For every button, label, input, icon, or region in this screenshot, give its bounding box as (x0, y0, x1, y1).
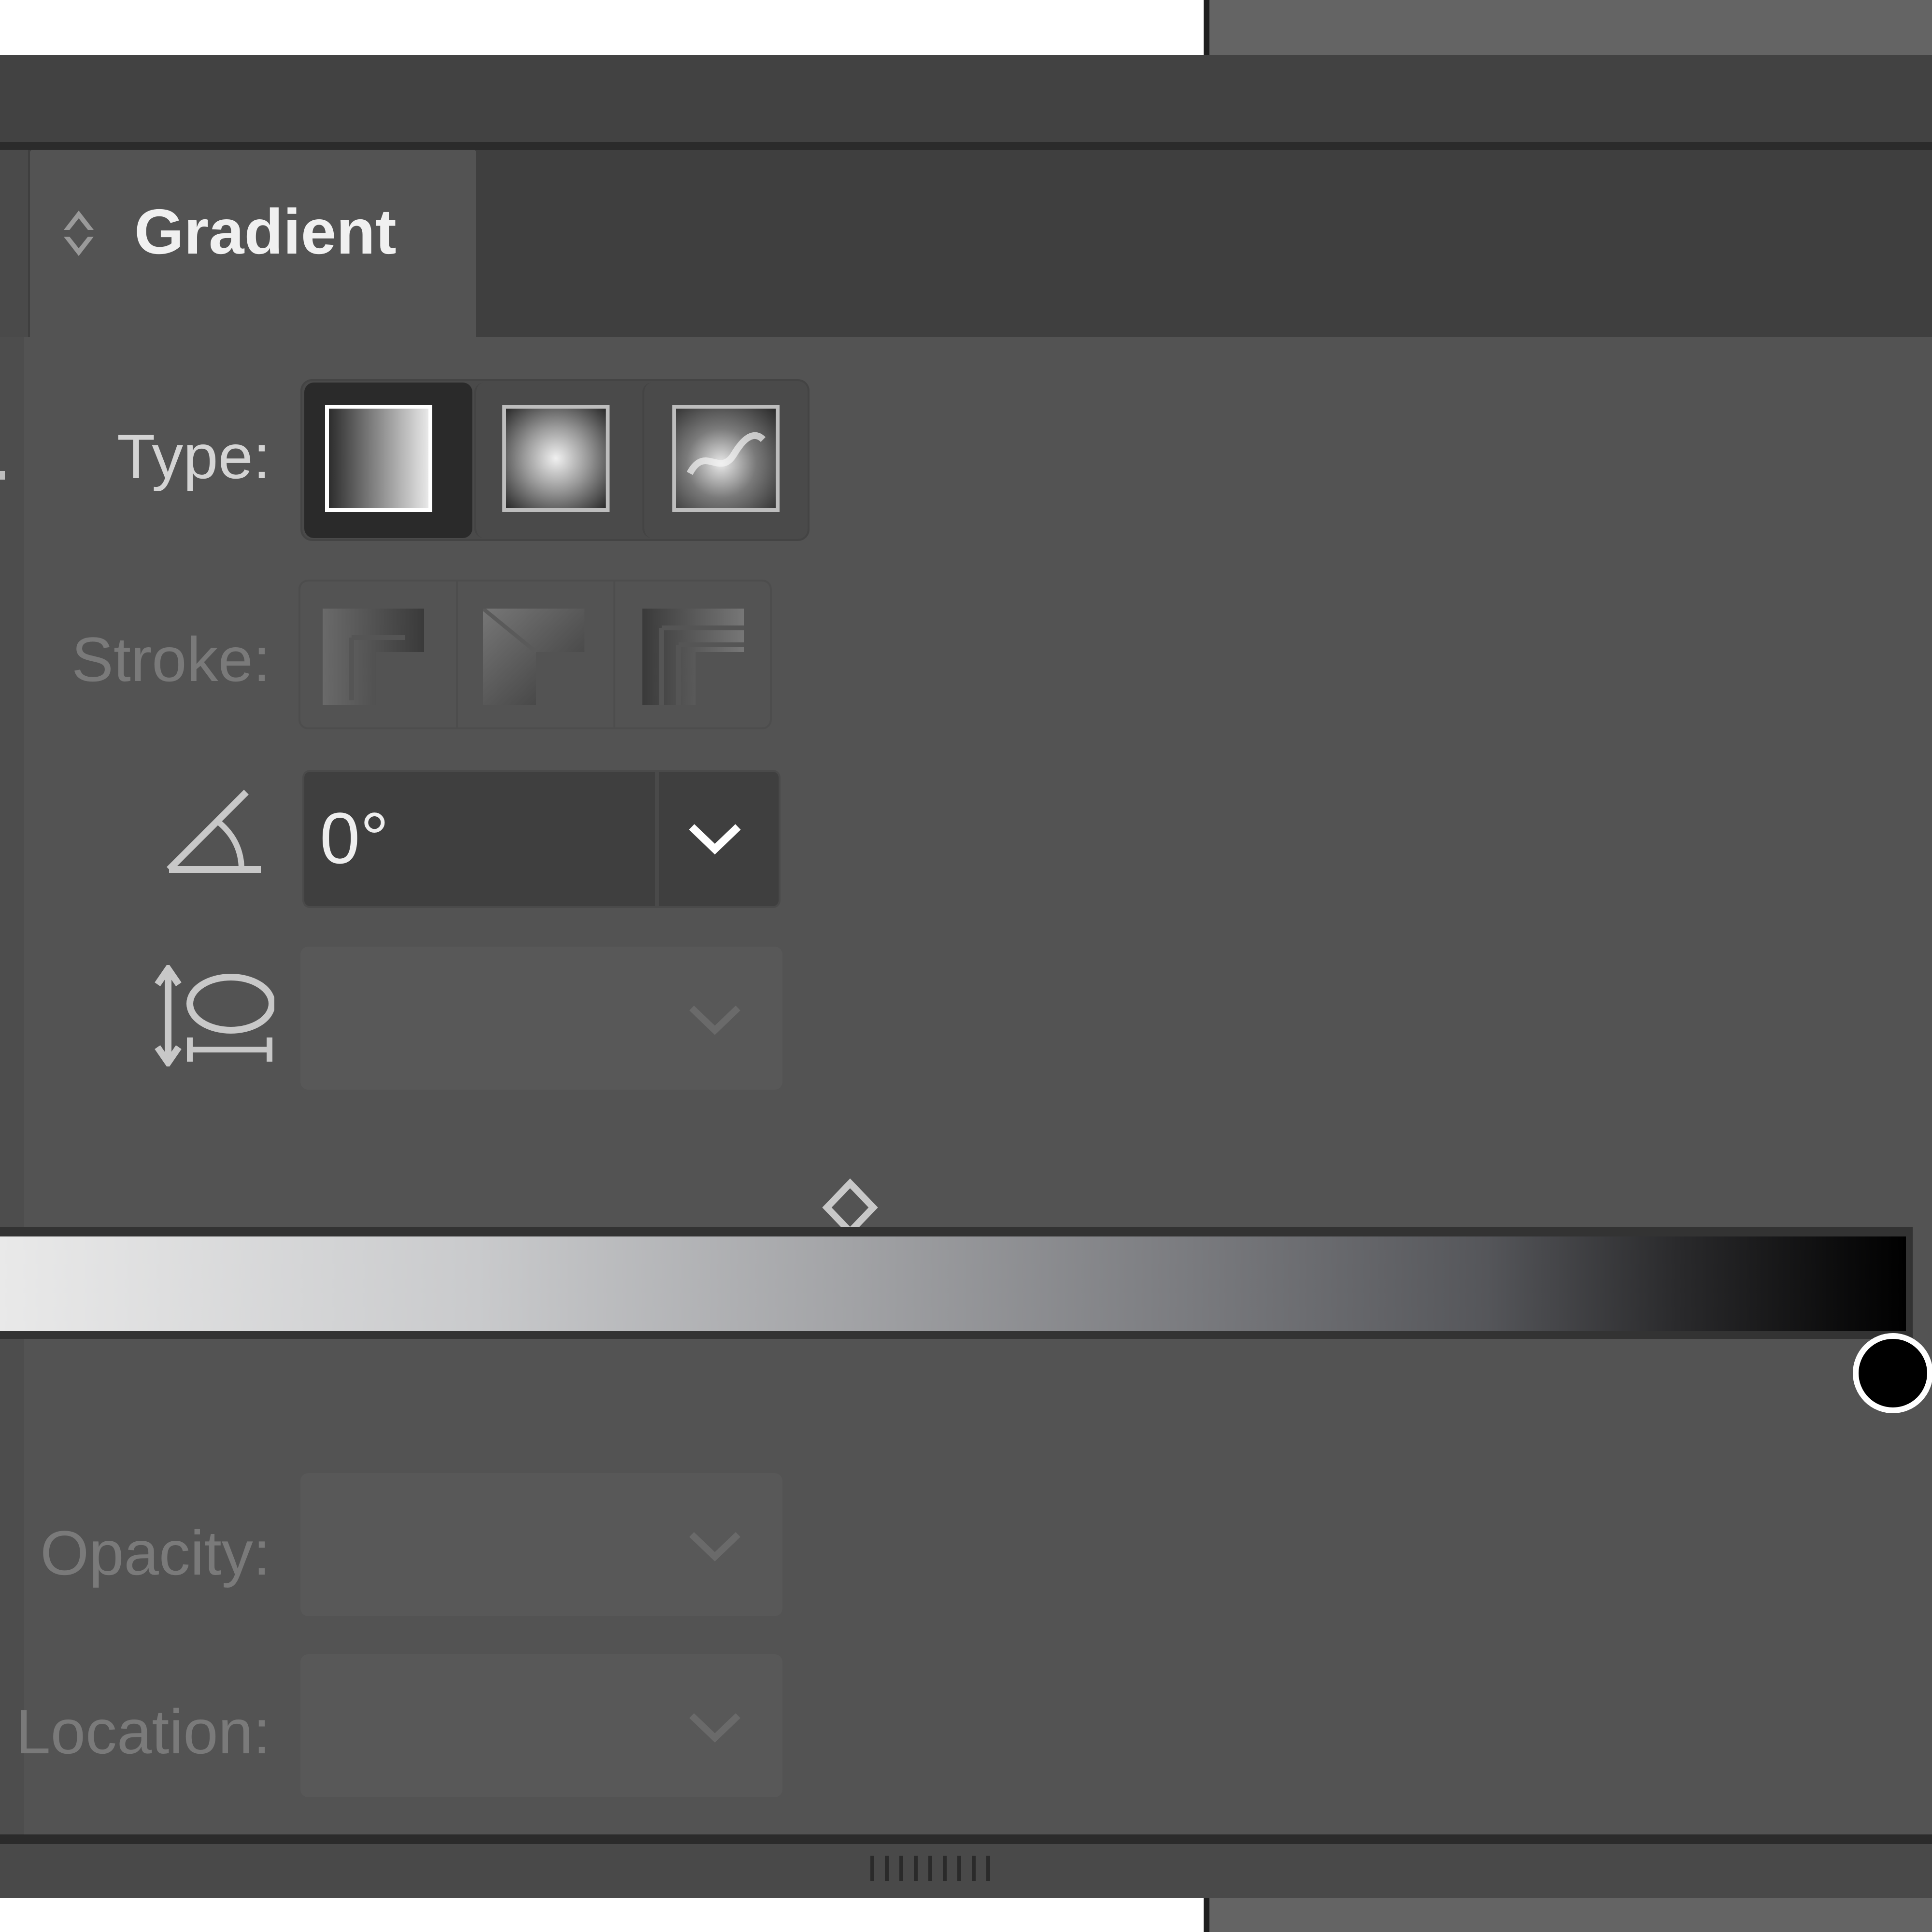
stroke-across-icon (642, 609, 744, 705)
angle-field-divider (655, 772, 659, 906)
stroke-along-icon (483, 609, 584, 705)
gradient-panel-body (0, 337, 1932, 1834)
panel-collapse-arrows-icon[interactable] (58, 202, 99, 265)
linear-gradient-icon (325, 405, 432, 512)
freeform-curve-icon (686, 432, 766, 475)
workspace-background (1208, 0, 1932, 55)
chevron-down-icon (689, 1713, 740, 1743)
window-divider-bottom (1204, 1898, 1209, 1932)
type-label: Type: (117, 421, 270, 492)
workspace-background-bottom (1208, 1898, 1932, 1932)
panel-left-edge (0, 337, 24, 1834)
tab-previous[interactable] (0, 150, 28, 337)
canvas-area-bottom (0, 1898, 1208, 1932)
radial-gradient-icon (502, 405, 610, 512)
window-divider (1204, 0, 1209, 55)
tab-gradient-label: Gradient (134, 196, 397, 267)
color-stop-end[interactable] (1853, 1333, 1932, 1413)
stroke-within-icon (323, 609, 424, 705)
gradient-slider[interactable] (0, 1236, 1906, 1331)
resize-grip-icon[interactable] (869, 1854, 1000, 1883)
stroke-label: Stroke: (71, 624, 270, 695)
canvas-area (0, 0, 1208, 55)
panel-title-bar[interactable] (0, 55, 1932, 142)
aspect-ratio-icon (155, 965, 274, 1066)
chevron-down-icon (689, 1005, 740, 1035)
chevron-down-icon (689, 1532, 740, 1562)
angle-input[interactable]: 0° (320, 802, 389, 874)
location-label: Location: (15, 1696, 270, 1767)
chevron-down-icon (689, 824, 741, 855)
angle-icon (167, 790, 261, 873)
opacity-label: Opacity: (40, 1518, 270, 1588)
